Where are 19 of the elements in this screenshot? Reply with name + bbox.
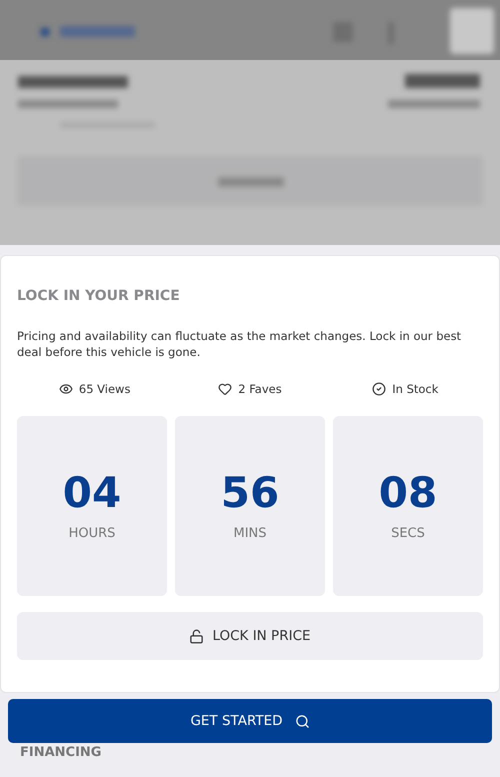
check-circle-icon [372, 382, 386, 396]
countdown-unit: SECS [391, 526, 425, 540]
padlock-icon [189, 628, 204, 644]
section-heading: FINANCING [20, 745, 102, 760]
stat-label: 2 Faves [238, 382, 282, 396]
countdown-value: 56 [220, 472, 280, 514]
stat-label: 65 Views [78, 382, 130, 396]
get-started-button[interactable]: GET STARTED [8, 699, 492, 743]
countdown-value: 04 [62, 472, 122, 514]
eye-icon [58, 382, 73, 396]
stat-label: In Stock [392, 382, 438, 396]
countdown-unit: MINS [233, 526, 267, 540]
countdown-unit: HOURS [68, 526, 116, 540]
search-icon [294, 714, 310, 728]
description-text: Pricing and availability can fluctuate as the market changes. Lock in our best deal before this vehicle is gone. [17, 328, 462, 360]
lock-in-price-button[interactable]: LOCK IN PRICE [17, 612, 483, 660]
heart-icon [218, 382, 232, 396]
countdown-value: 08 [378, 472, 438, 514]
section-title: LOCK IN YOUR PRICE [17, 288, 181, 304]
